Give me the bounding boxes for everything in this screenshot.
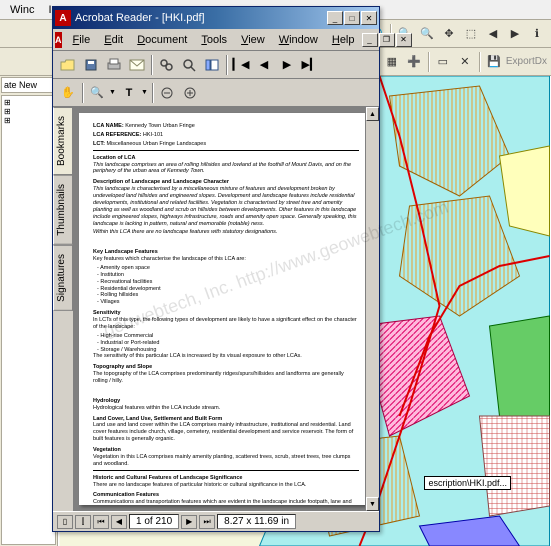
prev-page-button[interactable]: ◀ [253,54,275,76]
sb-last-page-button[interactable]: ⏭ [199,515,215,529]
doc-restore-button[interactable]: ❐ [379,33,395,47]
prev-extent-icon[interactable]: ◀ [483,24,503,44]
sb-first-page-button[interactable]: ⏮ [93,515,109,529]
select-dropdown-icon[interactable]: ▼ [141,89,149,96]
last-page-button[interactable]: ▶▎ [299,54,321,76]
hand-tool-button[interactable]: ✋ [57,82,79,104]
doc-minimize-button[interactable]: _ [362,33,378,47]
create-new-button[interactable]: ate New [1,77,56,93]
layers-icon[interactable]: ▦ [382,52,402,72]
save-copy-button[interactable] [80,54,102,76]
menu-edit[interactable]: Edit [97,32,130,48]
menu-window[interactable]: Window [272,32,325,48]
next-extent-icon[interactable]: ▶ [505,24,525,44]
export-label: ExportDx [506,56,547,67]
page-number-box[interactable]: 1 of 210 [129,514,179,529]
zoom-out-icon[interactable]: 🔍 [417,24,437,44]
single-page-view-button[interactable]: ▯ [57,515,73,529]
menu-tools[interactable]: Tools [194,32,234,48]
toolbar-row-2: ✋ 🔍 ▼ T ▼ [53,79,379,107]
toolbar-row-1: ▎◀ ◀ ▶ ▶▎ [53,51,379,79]
acrobat-doc-icon[interactable]: A [55,32,62,48]
tab-bookmarks[interactable]: Bookmarks [53,107,73,175]
sb-prev-page-button[interactable]: ◀ [111,515,127,529]
clear-icon[interactable]: ✕ [455,52,475,72]
select-icon[interactable]: ▭ [433,52,453,72]
tab-thumbnails[interactable]: Thumbnails [53,175,73,245]
menu-help[interactable]: Help [325,32,362,48]
close-button[interactable]: ✕ [361,11,377,25]
menu-file[interactable]: File [66,32,98,48]
menu-document[interactable]: Document [130,32,194,48]
email-button[interactable] [126,54,148,76]
next-page-button[interactable]: ▶ [276,54,298,76]
sb-next-page-button[interactable]: ▶ [181,515,197,529]
print-button[interactable] [103,54,125,76]
menu-view[interactable]: View [234,32,272,48]
page-number-text: 1 of 210 [136,516,172,527]
doc-close-button[interactable]: ✕ [396,33,412,47]
statusbar: ▯ ⫿ ⏮ ◀ 1 of 210 ▶ ⏭ 8.27 x 11.69 in [53,511,379,531]
open-button[interactable] [57,54,79,76]
text-select-button[interactable]: T [118,82,140,104]
menubar: A File Edit Document Tools View Window H… [53,29,379,51]
search-button[interactable] [155,54,177,76]
scroll-up-icon[interactable]: ▲ [366,107,379,121]
side-tabs: Signatures Thumbnails Bookmarks [53,107,73,511]
content-area: Signatures Thumbnails Bookmarks LCA NAME… [53,107,379,511]
pdf-page: LCA NAME: Kennedy Town Urban Fringe LCA … [79,113,373,505]
zoom-dropdown-icon[interactable]: ▼ [109,89,117,96]
find-button[interactable] [178,54,200,76]
pan-icon[interactable]: ✥ [439,24,459,44]
acrobat-app-icon: A [55,10,71,26]
zoom-in-tool-button[interactable]: 🔍 [86,82,108,104]
scroll-down-icon[interactable]: ▼ [366,497,379,511]
page-size-box: 8.27 x 11.69 in [217,514,296,529]
identify-icon[interactable]: ℹ [527,24,547,44]
zoom-extent-icon[interactable]: ⬚ [461,24,481,44]
maximize-button[interactable]: □ [344,11,360,25]
bg-left-panel: ate New ⊞⊞⊞ [0,76,58,546]
vertical-scrollbar[interactable]: ▲ ▼ [365,107,379,511]
add-data-icon[interactable]: ➕ [404,52,424,72]
window-title: Acrobat Reader - [HKI.pdf] [75,12,327,24]
tab-signatures[interactable]: Signatures [53,245,73,311]
titlebar[interactable]: A Acrobat Reader - [HKI.pdf] _ □ ✕ [53,7,379,29]
export-icon[interactable]: 💾 [484,52,504,72]
continuous-view-button[interactable]: ⫿ [75,515,91,529]
page-size-text: 8.27 x 11.69 in [224,516,289,527]
bg-menu-item[interactable]: Winc [4,2,40,18]
minimize-button[interactable]: _ [327,11,343,25]
acrobat-window: A Acrobat Reader - [HKI.pdf] _ □ ✕ A Fil… [52,6,380,532]
nav-pane-button[interactable] [201,54,223,76]
first-page-button[interactable]: ▎◀ [230,54,252,76]
document-viewport[interactable]: LCA NAME: Kennedy Town Urban Fringe LCA … [73,107,379,511]
zoom-in-button[interactable] [179,82,201,104]
map-tooltip: escription\HKI.pdf... [424,476,511,490]
zoom-out-button[interactable] [156,82,178,104]
toc-panel[interactable]: ⊞⊞⊞ [1,95,56,545]
